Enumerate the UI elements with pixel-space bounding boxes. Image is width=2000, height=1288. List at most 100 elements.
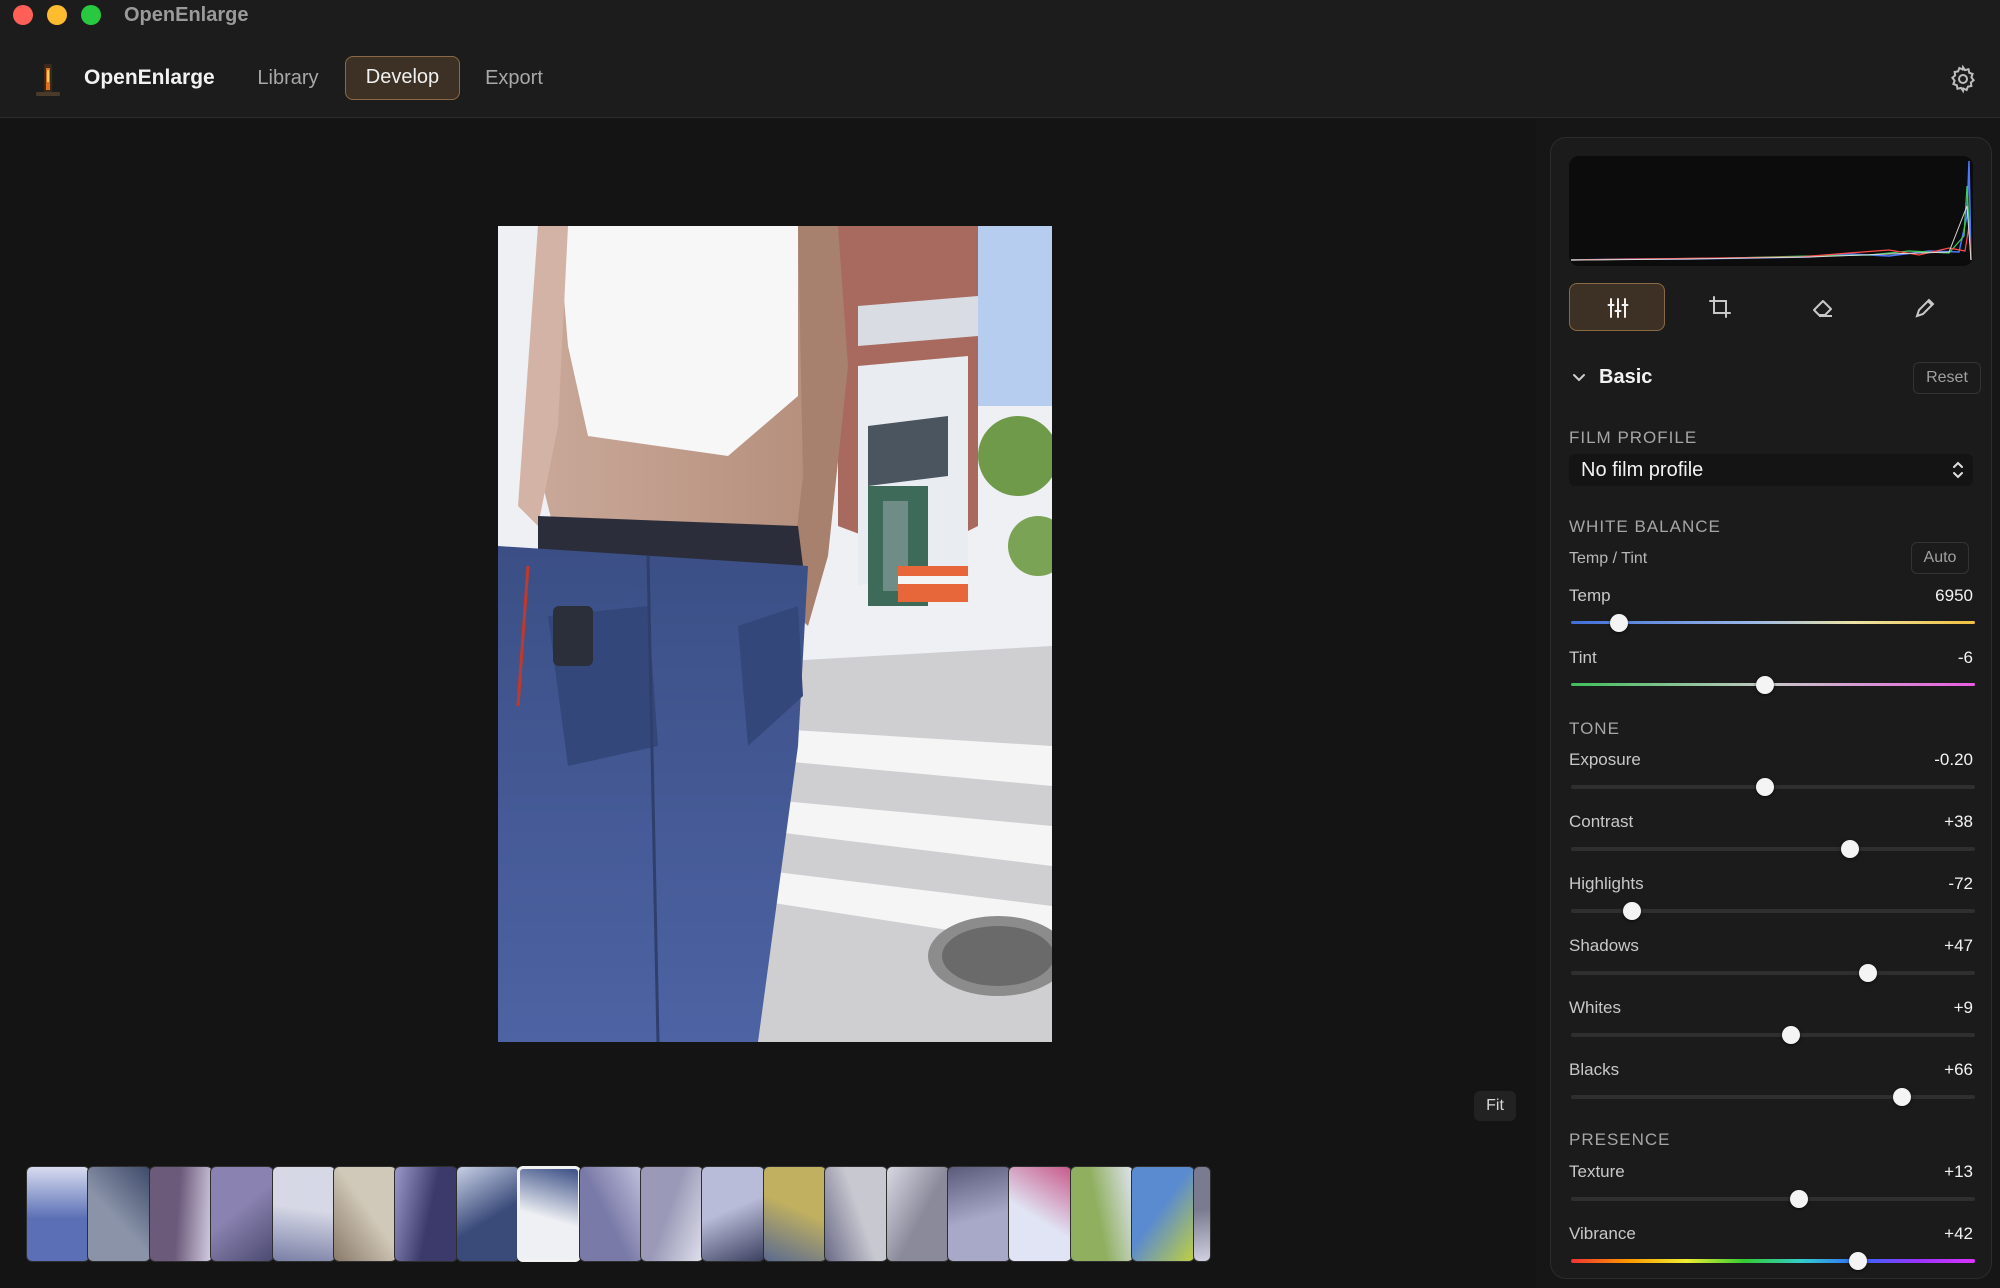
- filmstrip-thumbnail[interactable]: [394, 1166, 459, 1262]
- tab-export[interactable]: Export: [472, 56, 556, 100]
- slider-thumb[interactable]: [1755, 778, 1774, 796]
- slider-label: Blacks: [1569, 1060, 1620, 1079]
- slider-thumb[interactable]: [1858, 964, 1877, 982]
- eyedropper-icon: [1915, 298, 1935, 318]
- filmstrip-thumbnail[interactable]: [455, 1166, 520, 1262]
- slider-label: Vibrance: [1569, 1224, 1636, 1243]
- slider-value: +13: [1944, 1162, 1973, 1181]
- filmstrip-thumbnail[interactable]: [210, 1166, 275, 1262]
- slider-label: Highlights: [1569, 874, 1644, 893]
- film-profile-select[interactable]: No film profile: [1569, 454, 1973, 486]
- highlights-track[interactable]: [1571, 902, 1975, 920]
- slider-thumb[interactable]: [1790, 1190, 1809, 1208]
- filmstrip-thumbnail[interactable]: [1069, 1166, 1134, 1262]
- tint-track[interactable]: [1571, 676, 1975, 694]
- adjust-tool-button[interactable]: [1569, 283, 1665, 331]
- tab-library[interactable]: Library: [246, 56, 330, 100]
- tone-label: TONE: [1569, 719, 1620, 738]
- temp-track[interactable]: [1571, 614, 1975, 632]
- chevron-down-icon: [1573, 374, 1585, 382]
- filmstrip-thumbnail[interactable]: [885, 1166, 950, 1262]
- slider-value: +42: [1944, 1224, 1973, 1243]
- close-window-button[interactable]: [13, 5, 33, 25]
- filmstrip-thumbnail[interactable]: [1192, 1166, 1211, 1262]
- contrast-track[interactable]: [1571, 840, 1975, 858]
- tab-develop[interactable]: Develop: [345, 56, 460, 100]
- vibrance-track[interactable]: [1571, 1252, 1975, 1270]
- histogram: [1569, 156, 1973, 266]
- film-profile-label: FILM PROFILE: [1569, 428, 1698, 447]
- slider-label: Exposure: [1569, 750, 1641, 769]
- filmstrip-thumbnail[interactable]: [26, 1166, 90, 1262]
- whites-track[interactable]: [1571, 1026, 1975, 1044]
- slider-value: -72: [1948, 874, 1973, 893]
- filmstrip-thumbnail[interactable]: [1008, 1166, 1073, 1262]
- filmstrip: [26, 1166, 1532, 1266]
- slider-thumb[interactable]: [1622, 902, 1641, 920]
- slider-thumb[interactable]: [1848, 1252, 1867, 1270]
- photo-preview[interactable]: [498, 226, 1052, 1042]
- tint-slider: Tint -6: [1569, 648, 1975, 708]
- slider-thumb[interactable]: [1840, 840, 1859, 858]
- slider-value: -6: [1957, 648, 1973, 667]
- filmstrip-thumbnail[interactable]: [762, 1166, 827, 1262]
- presence-label: PRESENCE: [1569, 1130, 1671, 1149]
- slider-value: +66: [1944, 1060, 1973, 1079]
- eraser-tool-button[interactable]: [1775, 283, 1871, 331]
- texture-track[interactable]: [1571, 1190, 1975, 1208]
- filmstrip-thumbnail[interactable]: [333, 1166, 397, 1262]
- auto-white-balance-button[interactable]: Auto: [1911, 542, 1969, 574]
- slider-value: 6950: [1935, 586, 1973, 605]
- slider-thumb[interactable]: [1755, 676, 1774, 694]
- slider-value: -0.20: [1934, 750, 1973, 769]
- shadows-track[interactable]: [1571, 964, 1975, 982]
- filmstrip-thumbnail[interactable]: [640, 1166, 704, 1262]
- temp-tint-label: Temp / Tint: [1569, 550, 1648, 567]
- filmstrip-thumbnail[interactable]: [148, 1166, 213, 1262]
- texture-slider: Texture +13: [1569, 1162, 1975, 1222]
- slider-value: +38: [1944, 812, 1973, 831]
- slider-label: Contrast: [1569, 812, 1634, 831]
- eraser-icon: [1813, 300, 1832, 317]
- slider-label: Temp: [1569, 586, 1611, 605]
- basic-section-header[interactable]: Basic Reset: [1569, 362, 1981, 396]
- filmstrip-thumbnail[interactable]: [701, 1166, 766, 1262]
- white-balance-label: WHITE BALANCE: [1569, 517, 1721, 536]
- slider-label: Whites: [1569, 998, 1621, 1017]
- crop-icon: [1709, 296, 1731, 318]
- blacks-track[interactable]: [1571, 1088, 1975, 1106]
- window-title: OpenEnlarge: [124, 4, 249, 26]
- maximize-window-button[interactable]: [81, 5, 101, 25]
- app-name: OpenEnlarge: [84, 66, 215, 89]
- filmstrip-thumbnail[interactable]: [517, 1166, 582, 1262]
- slider-label: Texture: [1569, 1162, 1625, 1181]
- develop-panel: Basic Reset FILM PROFILE No film profile…: [1550, 137, 1992, 1279]
- app-logo-icon: [36, 64, 60, 96]
- filmstrip-thumbnail[interactable]: [1131, 1166, 1196, 1262]
- minimize-window-button[interactable]: [47, 5, 67, 25]
- slider-value: +9: [1953, 998, 1973, 1017]
- filmstrip-thumbnail[interactable]: [824, 1166, 889, 1262]
- slider-thumb[interactable]: [1782, 1026, 1801, 1044]
- slider-thumb[interactable]: [1893, 1088, 1912, 1106]
- slider-thumb[interactable]: [1610, 614, 1629, 632]
- temp-slider: Temp 6950: [1569, 586, 1975, 646]
- filmstrip-thumbnail[interactable]: [578, 1166, 643, 1262]
- exposure-slider: Exposure -0.20: [1569, 750, 1975, 810]
- filmstrip-thumbnail[interactable]: [947, 1166, 1011, 1262]
- crop-tool-button[interactable]: [1672, 283, 1768, 331]
- blacks-slider: Blacks +66: [1569, 1060, 1975, 1120]
- reset-button[interactable]: Reset: [1913, 362, 1981, 394]
- eyedropper-tool-button[interactable]: [1878, 283, 1974, 331]
- photo-canvas[interactable]: Fit: [0, 119, 1536, 1288]
- fit-zoom-button[interactable]: Fit: [1474, 1091, 1516, 1121]
- gear-icon[interactable]: [1948, 64, 1978, 94]
- filmstrip-thumbnail[interactable]: [87, 1166, 152, 1262]
- filmstrip-thumbnail[interactable]: [271, 1166, 336, 1262]
- slider-label: Tint: [1569, 648, 1597, 667]
- select-arrows-icon: [1953, 461, 1963, 479]
- slider-value: +47: [1944, 936, 1973, 955]
- section-title: Basic: [1599, 366, 1653, 388]
- exposure-track[interactable]: [1571, 778, 1975, 796]
- highlights-slider: Highlights -72: [1569, 874, 1975, 934]
